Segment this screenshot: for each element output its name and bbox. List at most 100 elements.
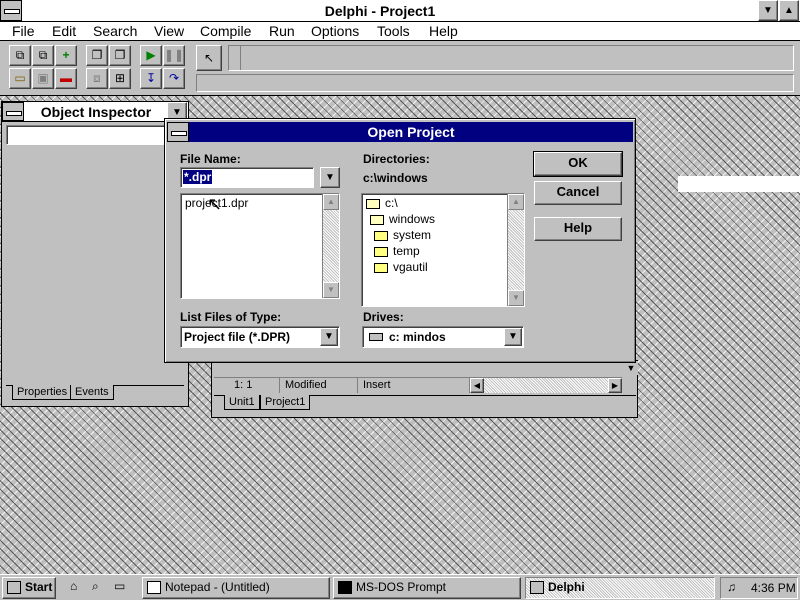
- dir-item-vgautil[interactable]: vgautil: [374, 260, 428, 274]
- windows-logo-icon: [7, 581, 21, 594]
- ok-button[interactable]: OK: [533, 151, 623, 177]
- object-inspector-title-bar[interactable]: Object Inspector ▼: [2, 102, 188, 122]
- open-project-icon[interactable]: ⧉: [9, 45, 31, 66]
- folder-icon: [374, 262, 388, 273]
- directories-label: Directories:: [363, 152, 430, 166]
- new-form-icon[interactable]: ⊞: [109, 68, 131, 89]
- dir-scroll-down-icon[interactable]: ▼: [508, 290, 524, 306]
- drive-icon: [369, 333, 383, 341]
- clock[interactable]: 4:36 PM: [751, 581, 796, 595]
- dir-item-root[interactable]: c:\: [366, 196, 398, 210]
- task-notepad[interactable]: Notepad - (Untitled): [142, 577, 330, 599]
- file-list[interactable]: project1.dpr ▲ ▼: [180, 193, 340, 299]
- toggle-form-icon[interactable]: ⧈: [86, 68, 108, 89]
- help-button[interactable]: Help: [534, 217, 622, 241]
- dialog-title: Open Project: [367, 124, 455, 140]
- quick-launch-desktop-icon[interactable]: ▭: [114, 579, 130, 595]
- file-name-value: *.dpr: [183, 170, 213, 184]
- dialog-system-menu-icon[interactable]: [167, 122, 189, 142]
- select-unit-icon[interactable]: ❐: [86, 45, 108, 66]
- dir-item-system[interactable]: system: [374, 228, 431, 242]
- oi-system-menu-icon[interactable]: [2, 102, 24, 121]
- tab-project1[interactable]: Project1: [260, 395, 311, 410]
- minimize-arrow-icon[interactable]: ▼: [758, 0, 778, 21]
- mouse-cursor-icon: ↖: [207, 194, 223, 214]
- maximize-arrow-icon[interactable]: ▲: [779, 0, 799, 21]
- save-file-icon[interactable]: ▣: [32, 68, 54, 89]
- drives-combo[interactable]: c: mindos ▼: [362, 326, 524, 348]
- file-name-input[interactable]: *.dpr: [180, 167, 314, 188]
- hscroll-left-icon[interactable]: ◀: [470, 378, 484, 393]
- trace-into-icon[interactable]: ↧: [140, 68, 162, 89]
- palette-tab-strip[interactable]: [196, 74, 794, 92]
- add-file-icon[interactable]: +: [55, 45, 77, 66]
- file-list-scrollbar[interactable]: ▲ ▼: [322, 194, 339, 298]
- properties-grid[interactable]: [6, 148, 184, 384]
- folder-icon: [374, 246, 388, 257]
- menu-run[interactable]: Run: [269, 23, 295, 39]
- drives-dropdown-icon[interactable]: ▼: [504, 328, 522, 346]
- tab-unit1[interactable]: Unit1: [224, 395, 260, 410]
- hscroll-track[interactable]: [484, 378, 608, 393]
- delphi-icon: [530, 581, 544, 594]
- dir-scroll-up-icon[interactable]: ▲: [508, 194, 524, 210]
- volume-icon[interactable]: ♫: [727, 580, 736, 594]
- menu-compile[interactable]: Compile: [200, 23, 251, 39]
- start-button[interactable]: Start: [2, 577, 56, 599]
- directory-list[interactable]: c:\ windows system temp vgautil ▲ ▼: [361, 193, 525, 307]
- file-name-dropdown-icon[interactable]: ▼: [320, 167, 340, 188]
- dir-item-windows[interactable]: windows: [370, 212, 435, 226]
- file-list-scroll-down-icon[interactable]: ▼: [323, 282, 339, 298]
- code-editor-window: ▼ 1: 1 Modified Insert ◀ ▶ Unit1 Project…: [211, 360, 638, 418]
- menu-edit[interactable]: Edit: [52, 23, 76, 39]
- open-folder-icon: [370, 214, 384, 225]
- dialog-title-bar[interactable]: Open Project: [189, 122, 633, 142]
- speedbar: ⧉ ⧉ + ❐ ❐ ▶ ❚❚ ▭ ▣ ▬ ⧈ ⊞ ↧ ↷: [6, 44, 186, 92]
- cancel-button[interactable]: Cancel: [534, 181, 622, 205]
- current-directory: c:\windows: [363, 171, 428, 185]
- component-palette[interactable]: [228, 45, 794, 71]
- main-title-bar[interactable]: Delphi - Project1 ▼ ▲: [0, 0, 800, 22]
- menu-options[interactable]: Options: [311, 23, 359, 39]
- quick-launch-explorer-icon[interactable]: ⌂: [70, 579, 86, 595]
- dir-item-temp[interactable]: temp: [374, 244, 420, 258]
- file-type-dropdown-icon[interactable]: ▼: [320, 328, 338, 346]
- select-form-icon[interactable]: ❐: [109, 45, 131, 66]
- open-folder-icon: [366, 198, 380, 209]
- main-window-title: Delphi - Project1: [324, 3, 436, 19]
- palette-scroll-left-icon[interactable]: [229, 46, 241, 70]
- open-file-icon[interactable]: ▭: [9, 68, 31, 89]
- run-icon[interactable]: ▶: [140, 45, 162, 66]
- background-window-fragment: [678, 176, 800, 192]
- menu-file[interactable]: File: [12, 23, 35, 39]
- file-type-combo[interactable]: Project file (*.DPR) ▼: [180, 326, 340, 348]
- quick-launch-search-icon[interactable]: ⌕: [92, 579, 108, 595]
- object-selector-combo[interactable]: [6, 125, 184, 145]
- menu-search[interactable]: Search: [93, 23, 137, 39]
- tab-properties[interactable]: Properties: [12, 385, 73, 400]
- open-project-dialog: Open Project File Name: *.dpr ▼ project1…: [164, 118, 636, 363]
- menu-tools[interactable]: Tools: [377, 23, 410, 39]
- menu-view[interactable]: View: [154, 23, 184, 39]
- object-inspector-window: Object Inspector ▼ Properties Events: [1, 101, 189, 407]
- file-name-label: File Name:: [180, 152, 241, 166]
- hscroll-right-icon[interactable]: ▶: [608, 378, 622, 393]
- task-delphi[interactable]: Delphi: [525, 577, 715, 599]
- list-type-label: List Files of Type:: [180, 310, 282, 324]
- tab-events[interactable]: Events: [70, 385, 114, 400]
- drive-value: c: mindos: [389, 330, 446, 344]
- cursor-position: 1: 1: [214, 378, 280, 393]
- step-over-icon[interactable]: ↷: [163, 68, 185, 89]
- pointer-tool-icon[interactable]: ↖: [196, 45, 222, 71]
- notepad-icon: [147, 581, 161, 594]
- editor-vscroll-down-icon[interactable]: ▼: [624, 361, 638, 375]
- remove-file-icon[interactable]: ▬: [55, 68, 77, 89]
- task-msdos[interactable]: MS-DOS Prompt: [333, 577, 521, 599]
- file-type-value: Project file (*.DPR): [184, 330, 291, 344]
- pause-icon[interactable]: ❚❚: [163, 45, 185, 66]
- menu-help[interactable]: Help: [429, 23, 458, 39]
- file-list-scroll-up-icon[interactable]: ▲: [323, 194, 339, 210]
- system-tray: ♫ 4:36 PM: [720, 577, 798, 599]
- save-all-icon[interactable]: ⧉: [32, 45, 54, 66]
- directory-list-scrollbar[interactable]: ▲ ▼: [507, 194, 524, 306]
